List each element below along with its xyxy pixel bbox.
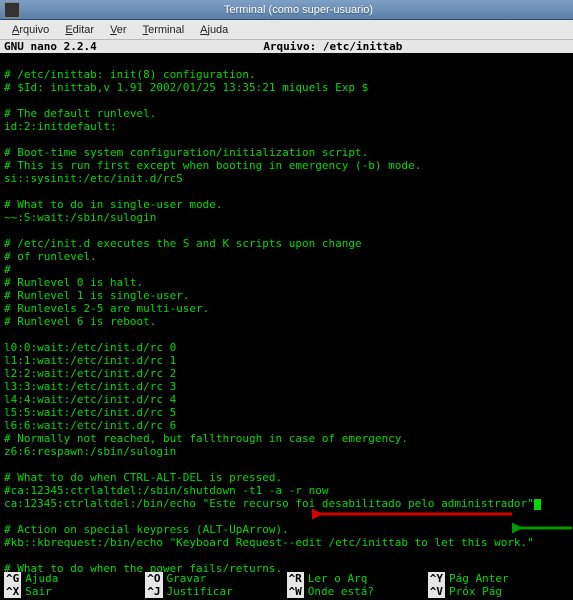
shortcut-justify[interactable]: ^JJustificar (145, 585, 286, 598)
shortcut-label: Próx Pág (449, 585, 502, 598)
file-line (4, 549, 569, 562)
file-line (4, 510, 569, 523)
file-line (4, 55, 569, 68)
file-line: #ca:12345:ctrlaltdel:/sbin/shutdown -t1 … (4, 484, 569, 497)
file-line: # The default runlevel. (4, 107, 569, 120)
text-cursor (534, 499, 541, 510)
file-line: # (4, 263, 569, 276)
file-line: l2:2:wait:/etc/init.d/rc 2 (4, 367, 569, 380)
window-titlebar: Terminal (como super-usuario) (0, 0, 573, 20)
file-content-area[interactable]: # /etc/inittab: init(8) configuration.# … (0, 53, 573, 575)
nano-footer: ^GAjuda ^OGravar ^RLer o Arq ^YPág Anter… (0, 572, 573, 600)
terminal-body[interactable]: GNU nano 2.2.4 Arquivo: /etc/inittab # /… (0, 40, 573, 600)
file-line: id:2:initdefault: (4, 120, 569, 133)
file-line: l5:5:wait:/etc/init.d/rc 5 (4, 406, 569, 419)
file-line: # of runlevel. (4, 250, 569, 263)
shortcut-help[interactable]: ^GAjuda (4, 572, 145, 585)
window-title: Terminal (como super-usuario) (24, 4, 573, 16)
file-line: # Runlevel 6 is reboot. (4, 315, 569, 328)
file-line: # /etc/init.d executes the S and K scrip… (4, 237, 569, 250)
file-line: # /etc/inittab: init(8) configuration. (4, 68, 569, 81)
shortcut-label: Ajuda (25, 572, 58, 585)
shortcut-label: Sair (25, 585, 52, 598)
shortcut-label: Ler o Arq (308, 572, 368, 585)
shortcut-nextpage[interactable]: ^VPróx Pág (428, 585, 569, 598)
shortcut-label: Onde está? (308, 585, 374, 598)
file-line (4, 224, 569, 237)
shortcut-whereis[interactable]: ^WOnde está? (287, 585, 428, 598)
menu-ver[interactable]: Ver (102, 22, 135, 38)
file-line (4, 94, 569, 107)
shortcut-label: Gravar (167, 572, 207, 585)
nano-header: GNU nano 2.2.4 Arquivo: /etc/inittab (0, 40, 573, 53)
file-line: # Boot-time system configuration/initial… (4, 146, 569, 159)
file-line: # Runlevels 2-5 are multi-user. (4, 302, 569, 315)
menu-ajuda[interactable]: Ajuda (192, 22, 236, 38)
menu-arquivo[interactable]: Arquivo (4, 22, 57, 38)
app-icon (4, 2, 20, 18)
shortcut-label: Justificar (167, 585, 233, 598)
file-line: # What to do in single-user mode. (4, 198, 569, 211)
menu-editar[interactable]: Editar (57, 22, 102, 38)
file-line: # Action on special keypress (ALT-UpArro… (4, 523, 569, 536)
file-line (4, 133, 569, 146)
file-line: # Normally not reached, but fallthrough … (4, 432, 569, 445)
file-line: # Runlevel 0 is halt. (4, 276, 569, 289)
nano-version: GNU nano 2.2.4 (4, 40, 97, 53)
shortcut-label: Pág Anter (449, 572, 509, 585)
file-line (4, 185, 569, 198)
file-line: l4:4:wait:/etc/init.d/rc 4 (4, 393, 569, 406)
shortcut-prevpage[interactable]: ^YPág Anter (428, 572, 569, 585)
menu-terminal[interactable]: Terminal (135, 22, 193, 38)
file-line: # This is run first except when booting … (4, 159, 569, 172)
file-line: l3:3:wait:/etc/init.d/rc 3 (4, 380, 569, 393)
file-line: # Runlevel 1 is single-user. (4, 289, 569, 302)
file-line (4, 328, 569, 341)
file-line: l0:0:wait:/etc/init.d/rc 0 (4, 341, 569, 354)
footer-row-2: ^XSair ^JJustificar ^WOnde está? ^VPróx … (4, 585, 569, 598)
shortcut-readfile[interactable]: ^RLer o Arq (287, 572, 428, 585)
file-line (4, 458, 569, 471)
shortcut-exit[interactable]: ^XSair (4, 585, 145, 598)
nano-file-label: Arquivo: /etc/inittab (97, 40, 569, 53)
file-line: ~~:S:wait:/sbin/sulogin (4, 211, 569, 224)
file-line: #kb::kbrequest:/bin/echo "Keyboard Reque… (4, 536, 569, 549)
file-line: z6:6:respawn:/sbin/sulogin (4, 445, 569, 458)
file-line: l6:6:wait:/etc/init.d/rc 6 (4, 419, 569, 432)
file-line: # What to do when CTRL-ALT-DEL is presse… (4, 471, 569, 484)
file-line: si::sysinit:/etc/init.d/rcS (4, 172, 569, 185)
menubar: Arquivo Editar Ver Terminal Ajuda (0, 20, 573, 40)
file-line: ca:12345:ctrlaltdel:/bin/echo "Este recu… (4, 497, 569, 510)
shortcut-writeout[interactable]: ^OGravar (145, 572, 286, 585)
file-line: # $Id: inittab,v 1.91 2002/01/25 13:35:2… (4, 81, 569, 94)
footer-row-1: ^GAjuda ^OGravar ^RLer o Arq ^YPág Anter (4, 572, 569, 585)
file-line: l1:1:wait:/etc/init.d/rc 1 (4, 354, 569, 367)
